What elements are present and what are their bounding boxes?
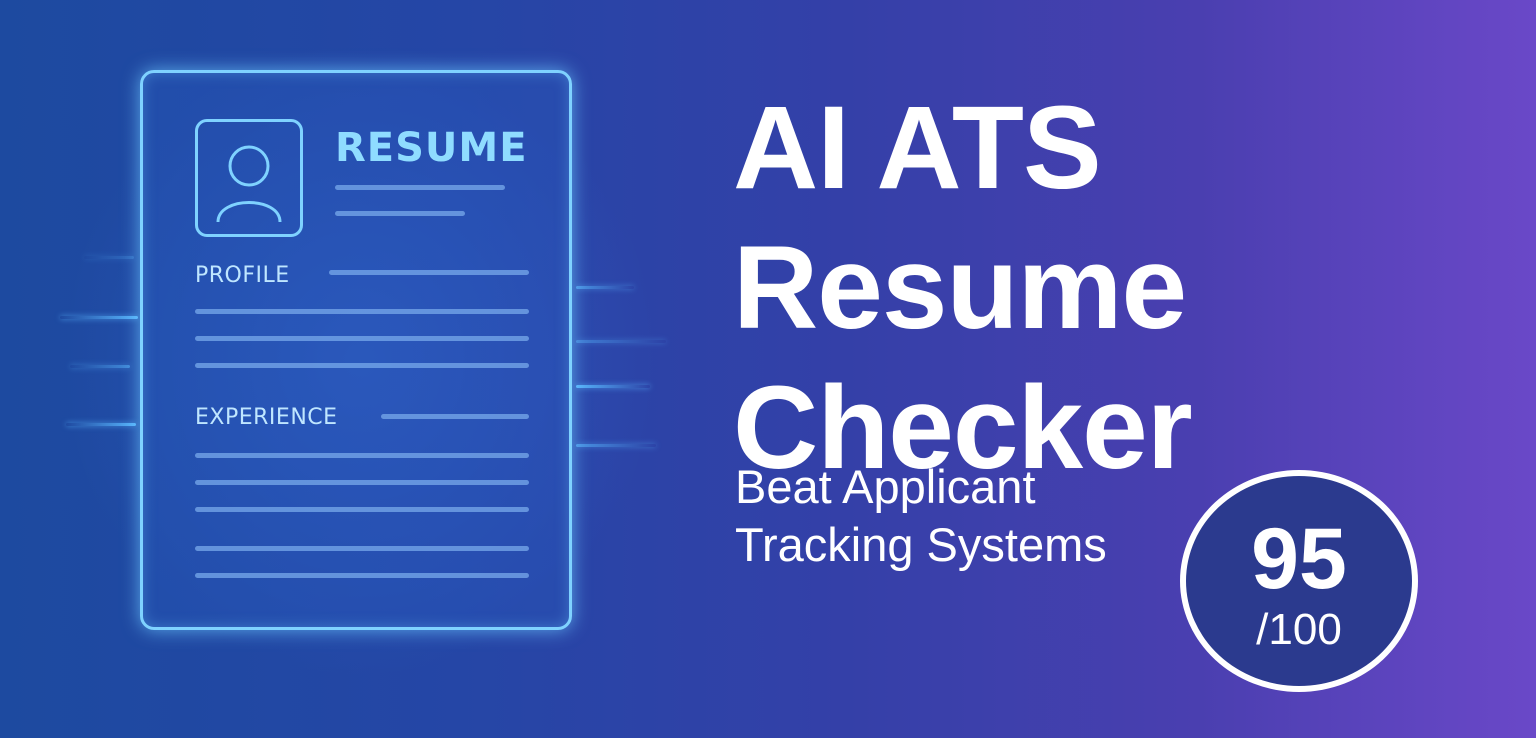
headline-line-2: Resume — [733, 222, 1187, 354]
text-line — [195, 546, 529, 551]
motion-line — [576, 444, 656, 447]
resume-card: RESUME PROFILE EXPERIENCE — [140, 70, 572, 630]
profile-label: PROFILE — [195, 263, 290, 288]
text-line — [329, 270, 529, 275]
resume-title: RESUME — [335, 125, 528, 171]
text-line — [195, 363, 529, 368]
motion-line — [66, 423, 136, 426]
subheadline-line-2: Tracking Systems — [735, 518, 1107, 571]
score-badge: 95 /100 — [1180, 470, 1418, 692]
headline: AI ATS Resume Checker — [733, 78, 1193, 498]
user-icon — [195, 119, 303, 237]
text-line — [381, 414, 529, 419]
motion-line — [70, 365, 130, 368]
motion-line — [60, 316, 138, 319]
text-line — [195, 507, 529, 512]
experience-label: EXPERIENCE — [195, 405, 338, 430]
subheadline-line-1: Beat Applicant — [735, 460, 1036, 513]
text-line — [335, 211, 465, 216]
text-line — [195, 309, 529, 314]
banner: RESUME PROFILE EXPERIENCE AI ATS Resume … — [0, 0, 1536, 738]
motion-line — [84, 256, 134, 259]
text-line — [195, 480, 529, 485]
motion-line — [576, 340, 666, 343]
score-value: 95 — [1251, 511, 1347, 607]
motion-line — [576, 385, 650, 388]
text-line — [335, 185, 505, 190]
motion-line — [576, 286, 634, 289]
text-line — [195, 453, 529, 458]
text-line — [195, 336, 529, 341]
text-line — [195, 573, 529, 578]
subheadline: Beat Applicant Tracking Systems — [735, 458, 1107, 574]
score-total: /100 — [1256, 605, 1342, 654]
headline-line-1: AI ATS — [733, 82, 1102, 214]
